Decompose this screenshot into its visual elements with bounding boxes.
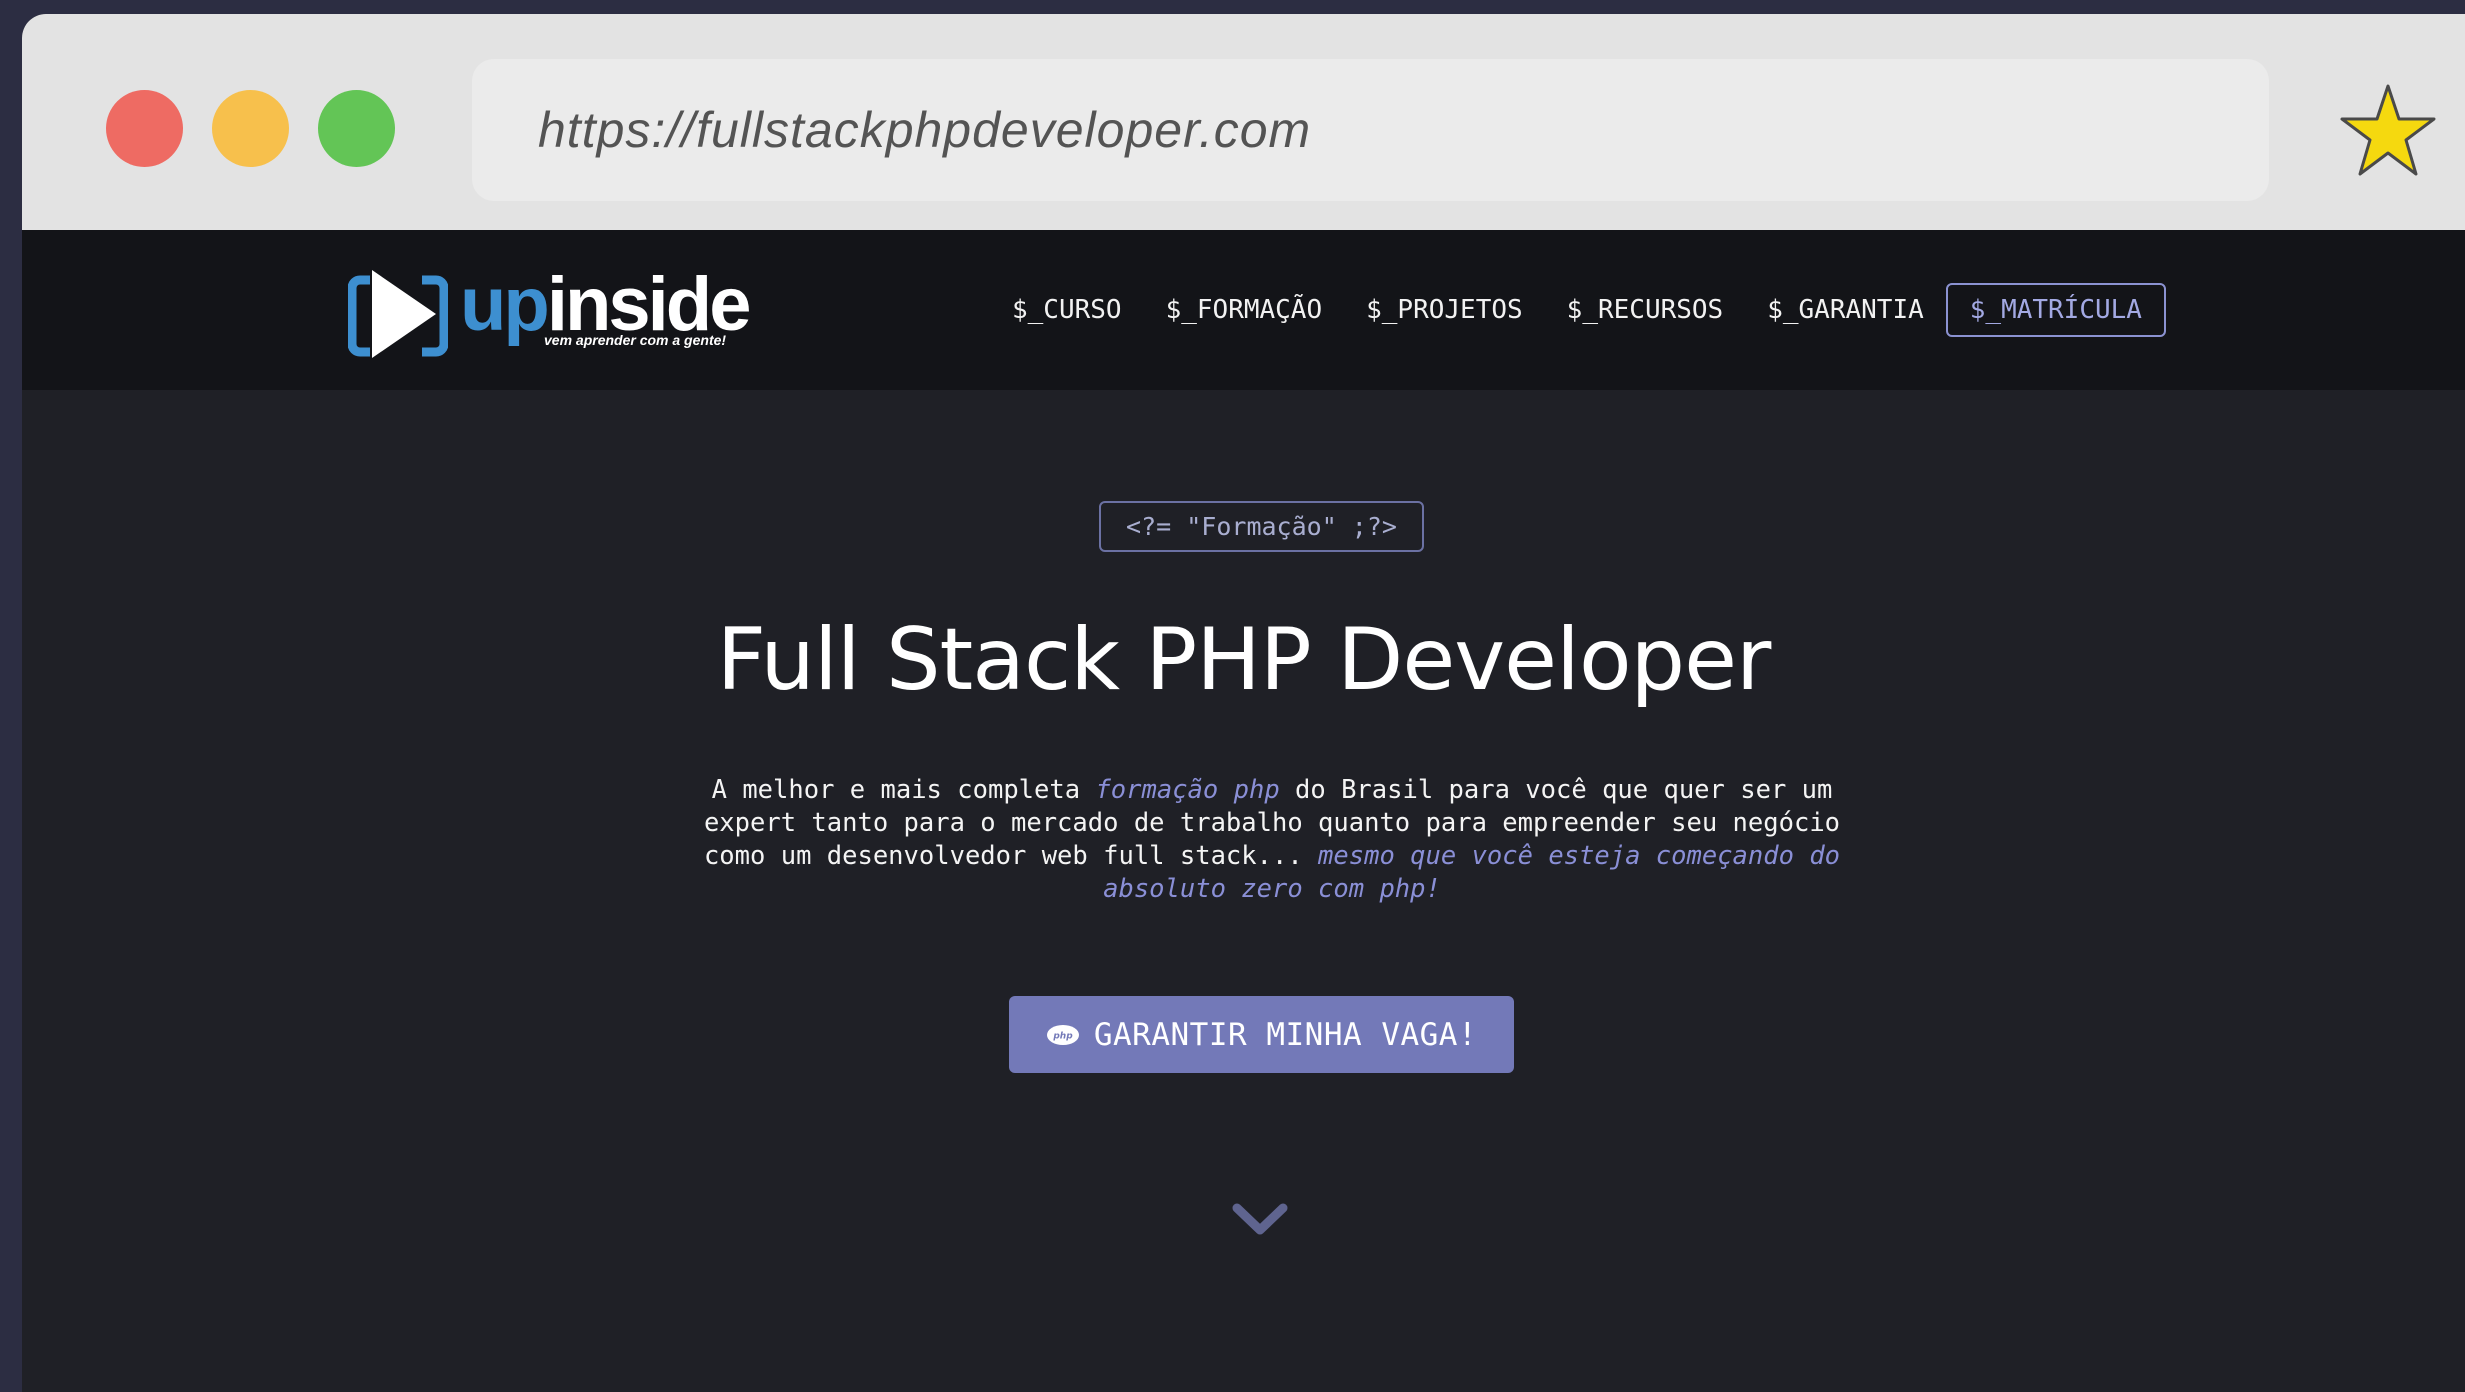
- chevron-down-icon[interactable]: [1230, 1200, 1290, 1238]
- garantir-vaga-label: GARANTIR MINHA VAGA!: [1093, 1016, 1478, 1053]
- highlight-formacao-php: formação php: [1095, 775, 1280, 805]
- nav-item-garantia[interactable]: $_GARANTIA: [1767, 295, 1924, 325]
- url-text: https://fullstackphpdeveloper.com: [538, 102, 1312, 158]
- hero-description: A melhor e mais completa formação php do…: [703, 775, 1841, 904]
- maximize-window-button[interactable]: [318, 90, 395, 167]
- close-window-button[interactable]: [106, 90, 183, 167]
- logo-tagline: vem aprender com a gente!: [544, 332, 727, 348]
- play-logo-icon: [348, 270, 448, 358]
- formacao-badge: <?= "Formação" ;?>: [1099, 501, 1424, 552]
- address-bar[interactable]: https://fullstackphpdeveloper.com: [472, 59, 2269, 201]
- main-nav: $_CURSO $_FORMAÇÃO $_PROJETOS $_RECURSOS…: [1012, 230, 2166, 390]
- nav-matricula-button[interactable]: $_MATRÍCULA: [1945, 283, 2166, 337]
- browser-toolbar: https://fullstackphpdeveloper.com: [22, 14, 2465, 230]
- page-title: Full Stack PHP Developer: [716, 610, 1772, 710]
- site-header: upinside vem aprender com a gente! $_CUR…: [22, 230, 2465, 390]
- garantir-vaga-button[interactable]: php GARANTIR MINHA VAGA!: [1009, 996, 1514, 1073]
- browser-window: https://fullstackphpdeveloper.com upinsi…: [22, 14, 2465, 1392]
- nav-item-projetos[interactable]: $_PROJETOS: [1366, 295, 1523, 325]
- minimize-window-button[interactable]: [212, 90, 289, 167]
- nav-item-formacao[interactable]: $_FORMAÇÃO: [1166, 295, 1323, 325]
- nav-item-recursos[interactable]: $_RECURSOS: [1567, 295, 1724, 325]
- svg-text:php: php: [1052, 1031, 1073, 1041]
- php-icon: php: [1046, 1024, 1079, 1045]
- nav-item-curso[interactable]: $_CURSO: [1012, 295, 1122, 325]
- hero-section: <?= "Formação" ;?> Full Stack PHP Develo…: [22, 390, 2465, 1392]
- upinside-logo[interactable]: upinside vem aprender com a gente!: [348, 262, 751, 362]
- star-icon[interactable]: [2338, 82, 2438, 182]
